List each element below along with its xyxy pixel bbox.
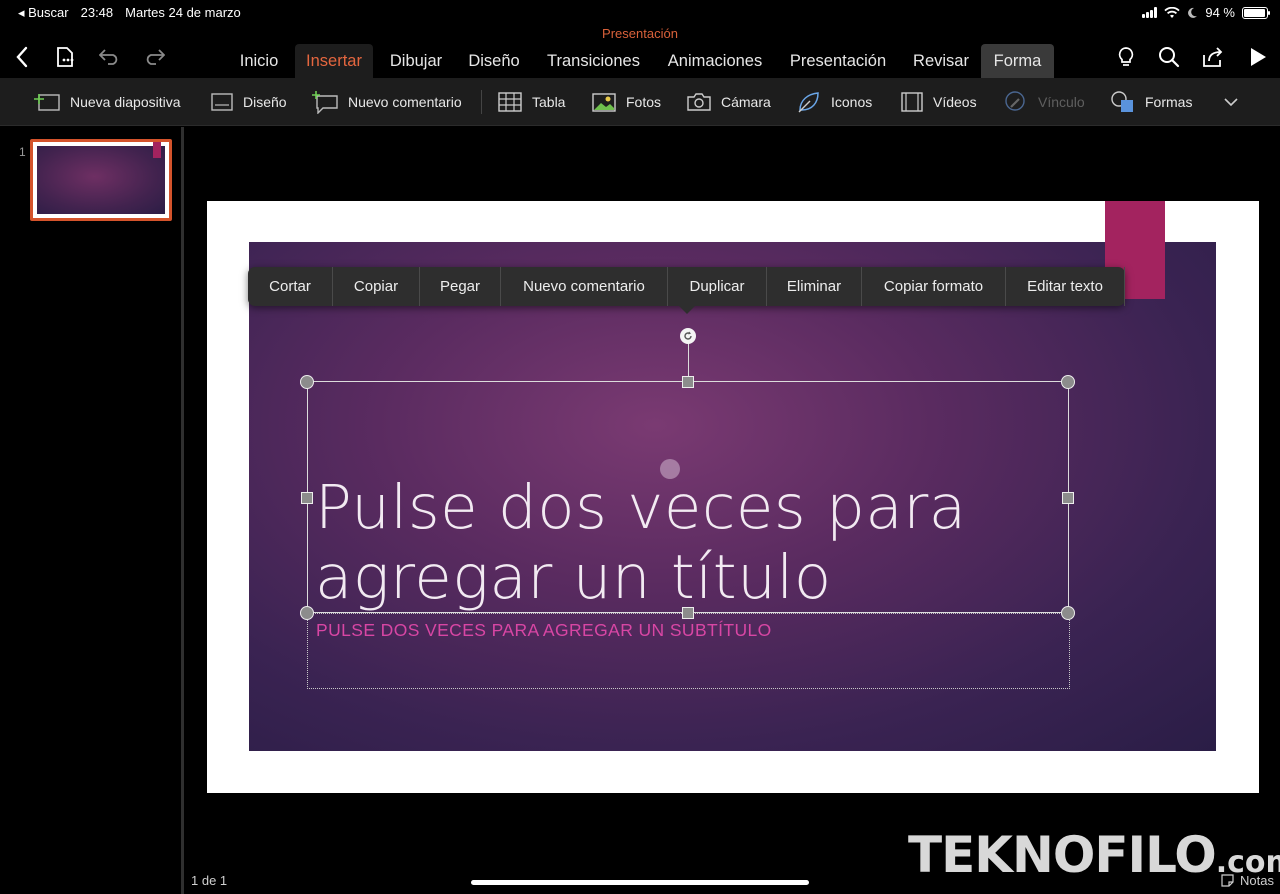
camera-icon [687, 93, 711, 111]
resize-handle-right[interactable] [1062, 492, 1074, 504]
title-text: Pulse dos veces para agregar un título [315, 473, 1075, 613]
shapes-label: Formas [1145, 94, 1193, 110]
search-icon[interactable] [1152, 40, 1186, 74]
new-slide-icon [34, 94, 60, 111]
tab-forma[interactable]: Forma [981, 44, 1054, 78]
status-time: 23:48 [80, 5, 114, 20]
video-icon [901, 92, 923, 112]
camera-label: Cámara [721, 94, 771, 110]
resize-handle-bottom-right[interactable] [1061, 606, 1075, 620]
chevron-down-icon [1224, 98, 1238, 107]
insert-toolbar: Nueva diapositiva Diseño Nuevo comentari… [0, 78, 1280, 126]
rotate-icon [684, 331, 692, 340]
layout-button[interactable]: Diseño [210, 88, 287, 116]
notes-icon [1221, 874, 1234, 887]
notes-label: Notas [1240, 873, 1274, 888]
resize-handle-left[interactable] [301, 492, 313, 504]
context-menu-pointer [679, 306, 695, 314]
tab-transiciones[interactable]: Transiciones [540, 44, 647, 78]
link-icon [1005, 91, 1025, 111]
page-indicator: 1 de 1 [191, 873, 228, 888]
slide-thumbnail[interactable] [30, 139, 172, 221]
slide-thumbnail-preview [37, 142, 165, 214]
icons-label: Iconos [831, 94, 873, 110]
undo-icon[interactable] [93, 40, 127, 74]
wifi-icon [1164, 6, 1180, 18]
slide-thumbnail-number: 1 [19, 145, 26, 159]
link-label: Vínculo [1038, 94, 1085, 110]
play-icon[interactable] [1241, 40, 1275, 74]
menu-item-duplicate[interactable]: Duplicar [668, 267, 767, 306]
table-label: Tabla [532, 94, 566, 110]
file-menu-icon[interactable] [48, 40, 82, 74]
title-line-1: Pulse dos veces para [315, 472, 967, 543]
subtitle-text: PULSE DOS VECES PARA AGREGAR UN SUBTÍTUL… [316, 620, 772, 640]
table-button[interactable]: Tabla [497, 88, 565, 116]
back-icon[interactable] [5, 40, 39, 74]
battery-icon [1242, 6, 1270, 19]
photos-button[interactable]: Fotos [591, 88, 661, 116]
new-comment-label: Nuevo comentario [348, 94, 462, 110]
context-menu: Cortar Copiar Pegar Nuevo comentario Dup… [248, 267, 1125, 314]
home-indicator[interactable] [471, 880, 809, 885]
shapes-icon [1111, 91, 1133, 112]
new-slide-label: Nueva diapositiva [70, 94, 181, 110]
tab-insertar[interactable]: Insertar [295, 44, 373, 78]
menu-item-paste[interactable]: Pegar [420, 267, 501, 306]
lightbulb-icon[interactable] [1109, 40, 1143, 74]
status-date: Martes 24 de marzo [125, 5, 241, 20]
videos-label: Vídeos [933, 94, 977, 110]
notes-button[interactable]: Notas [1221, 873, 1274, 888]
menu-item-new-comment[interactable]: Nuevo comentario [501, 267, 668, 306]
new-comment-button[interactable]: Nuevo comentario [311, 88, 462, 116]
tab-inicio[interactable]: Inicio [230, 44, 288, 78]
toolbar-expand-button[interactable] [1223, 88, 1239, 116]
photos-label: Fotos [626, 94, 662, 110]
toolbar-divider [481, 90, 482, 114]
share-icon[interactable] [1196, 40, 1230, 74]
watermark-text: TEKNOFILO [908, 826, 1217, 884]
videos-button[interactable]: Vídeos [900, 88, 977, 116]
rotate-handle[interactable] [680, 328, 696, 344]
tab-dibujar[interactable]: Dibujar [382, 44, 450, 78]
ribbon-tabs: Inicio Insertar Dibujar Diseño Transicio… [0, 40, 1280, 78]
battery-percent: 94 % [1205, 5, 1235, 20]
redo-icon[interactable] [137, 40, 171, 74]
moon-icon [1188, 7, 1198, 18]
slide-thumbnail-accent [153, 142, 161, 158]
table-icon [498, 92, 522, 112]
link-button[interactable]: Vínculo [1003, 88, 1085, 116]
cellular-signal-icon [1142, 7, 1158, 18]
resize-handle-top[interactable] [682, 376, 694, 388]
tab-presentacion[interactable]: Presentación [783, 44, 893, 78]
back-to-app-link[interactable]: ◂ Buscar [18, 5, 69, 21]
tab-revisar[interactable]: Revisar [906, 44, 976, 78]
tab-diseno[interactable]: Diseño [461, 44, 527, 78]
camera-button[interactable]: Cámara [686, 88, 771, 116]
icons-button[interactable]: Iconos [796, 88, 872, 116]
slide-thumbnails-pane: 1 [0, 127, 184, 894]
menu-item-delete[interactable]: Eliminar [767, 267, 862, 306]
icons-icon [798, 92, 819, 113]
layout-icon [211, 93, 233, 111]
resize-handle-bottom-left[interactable] [300, 606, 314, 620]
menu-item-copy-format[interactable]: Copiar formato [862, 267, 1006, 306]
tab-animaciones[interactable]: Animaciones [660, 44, 770, 78]
resize-handle-top-left[interactable] [300, 375, 314, 389]
resize-handle-top-right[interactable] [1061, 375, 1075, 389]
title-line-2: agregar un título [315, 542, 832, 613]
new-comment-icon [312, 91, 338, 114]
layout-label: Diseño [243, 94, 287, 110]
document-title: Presentación [602, 26, 678, 41]
menu-item-cut[interactable]: Cortar [248, 267, 333, 306]
status-bar: ◂ Buscar 23:48 Martes 24 de marzo 94 % [0, 0, 1280, 24]
photos-icon [592, 93, 616, 112]
shapes-button[interactable]: Formas [1110, 88, 1192, 116]
new-slide-button[interactable]: Nueva diapositiva [33, 88, 181, 116]
menu-item-copy[interactable]: Copiar [333, 267, 420, 306]
resize-handle-bottom[interactable] [682, 607, 694, 619]
move-handle[interactable] [660, 459, 680, 479]
menu-item-edit-text[interactable]: Editar texto [1006, 267, 1125, 306]
